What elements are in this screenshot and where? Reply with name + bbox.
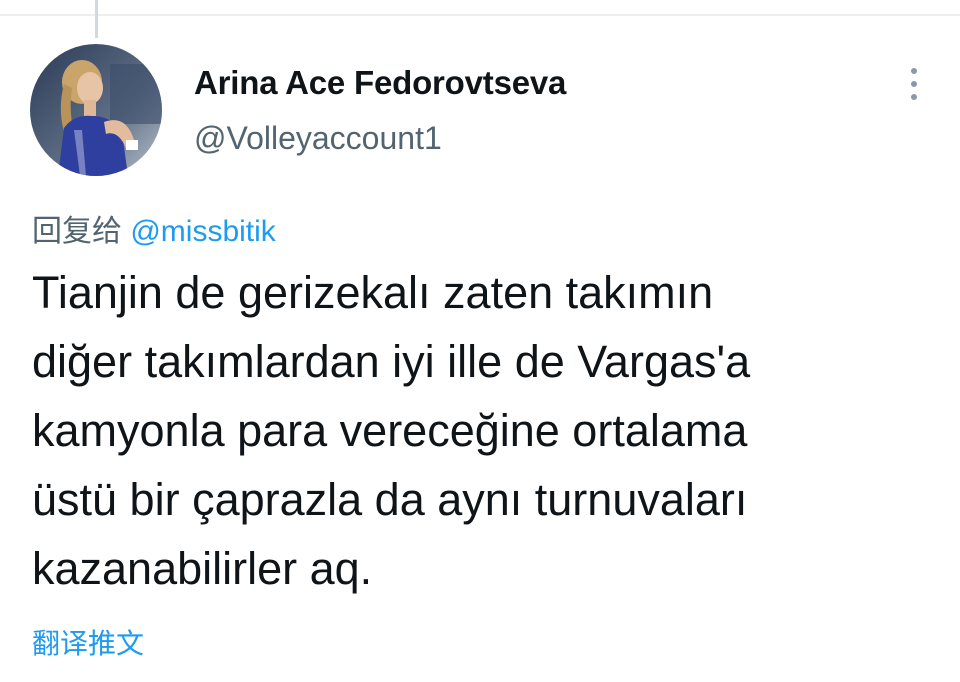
tweet-text: Tianjin de gerizekalı zaten takımın diğe… — [32, 267, 751, 594]
author-display-name[interactable]: Arina Ace Fedorovtseva — [194, 64, 566, 102]
top-divider — [0, 14, 960, 16]
avatar[interactable] — [30, 44, 162, 176]
replying-to: 回复给 @missbitik — [32, 206, 276, 250]
more-dot — [911, 81, 917, 87]
author-handle[interactable]: @Volleyaccount1 — [194, 120, 442, 157]
avatar-photo-icon — [30, 44, 162, 176]
more-dot — [911, 94, 917, 100]
reply-prefix: 回复给 — [32, 215, 122, 248]
more-dot — [911, 68, 917, 74]
more-options-icon[interactable] — [900, 64, 928, 104]
translate-tweet-link[interactable]: 翻译推文 — [32, 622, 144, 662]
reply-mention-link[interactable]: @missbitik — [130, 215, 275, 248]
thread-connector-line — [95, 0, 98, 38]
